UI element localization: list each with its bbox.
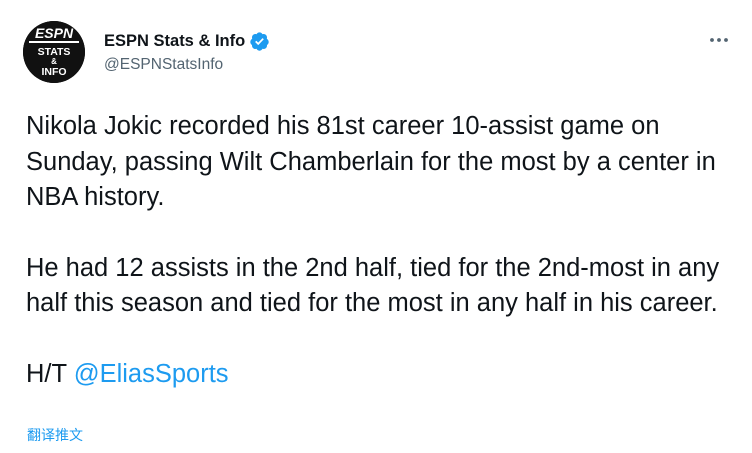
tweet-paragraph-2: He had 12 assists in the 2nd half, tied … (26, 253, 720, 318)
tweet-card: ESPN STATS & INFO ESPN Stats & Info @ESP… (0, 0, 752, 453)
ht-prefix: H/T (26, 359, 74, 388)
verified-badge-icon (249, 31, 270, 52)
user-handle[interactable]: @ESPNStatsInfo (104, 56, 270, 74)
espn-stats-info-logo: ESPN STATS & INFO (23, 21, 85, 83)
display-name[interactable]: ESPN Stats & Info (104, 32, 245, 51)
tweet-paragraph-1: Nikola Jokic recorded his 81st career 10… (26, 112, 716, 211)
tweet-header: ESPN Stats & Info @ESPNStatsInfo (104, 30, 270, 74)
mention-link[interactable]: @EliasSports (74, 360, 229, 388)
name-row: ESPN Stats & Info (104, 30, 270, 52)
tweet-paragraph-3: H/T @EliasSports (26, 357, 736, 393)
translate-tweet-link[interactable]: 翻译推文 (27, 425, 83, 445)
svg-text:ESPN: ESPN (35, 25, 74, 41)
avatar[interactable]: ESPN STATS & INFO (23, 21, 85, 83)
more-horizontal-icon[interactable] (706, 30, 732, 50)
svg-text:INFO: INFO (41, 66, 66, 78)
tweet-text: Nikola Jokic recorded his 81st career 10… (26, 109, 736, 392)
svg-text:&: & (51, 57, 57, 66)
